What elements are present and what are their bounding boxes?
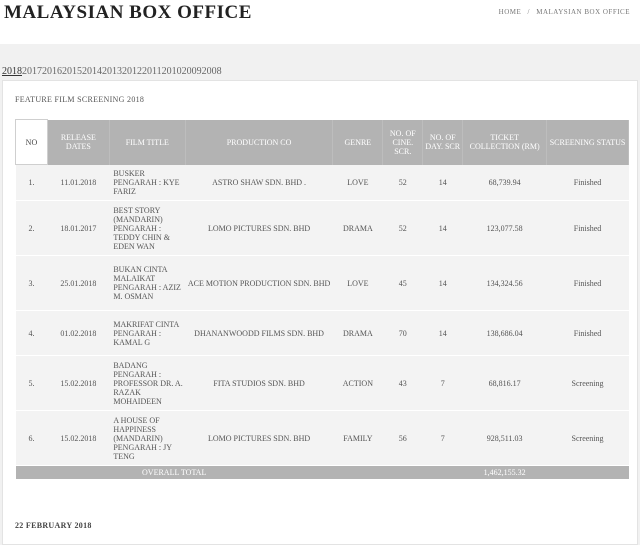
cell-cinema-screens: 56 [382, 410, 423, 466]
cell-screening-status: Screening [546, 410, 629, 466]
breadcrumb-home-link[interactable]: HOME [499, 8, 522, 16]
year-tab-2013[interactable]: 2013 [102, 66, 122, 77]
cell-genre: DRAMA [332, 310, 383, 356]
year-tab-2011[interactable]: 2011 [142, 66, 162, 77]
header-no: NO [15, 119, 48, 165]
cell-release-date: 11.01.2018 [47, 164, 110, 201]
cell-days-screened: 14 [422, 200, 463, 256]
header-ticket-collection: TICKET COLLECTION (RM) [462, 119, 548, 165]
cell-film-title: BEST STORY (MANDARIN) PENGARAH : TEDDY C… [109, 200, 186, 256]
header-cinema-screens: NO. OF CINE. SCR. [382, 119, 424, 165]
cell-no: 5. [15, 355, 48, 411]
box-office-table: NO RELEASE DATES FILM TITLE PRODUCTION C… [15, 119, 629, 480]
year-tab-2008[interactable]: 2008 [202, 66, 222, 77]
cell-release-date: 15.02.2018 [47, 355, 110, 411]
cell-no: 3. [15, 255, 48, 311]
cell-screening-status: Finished [546, 255, 629, 311]
table-row: 1. 11.01.2018 BUSKER PENGARAH : KYE FARI… [15, 164, 629, 201]
table-row: 3. 25.01.2018 BUKAN CINTA MALAIKAT PENGA… [15, 255, 629, 311]
breadcrumb-current: MALAYSIAN BOX OFFICE [536, 8, 630, 16]
cell-days-screened: 14 [422, 164, 463, 201]
footer-date: 22 FEBRUARY 2018 [15, 521, 92, 530]
total-status-spacer [546, 465, 629, 480]
cell-genre: DRAMA [332, 200, 383, 256]
header-screening-status: SCREENING STATUS [546, 119, 629, 165]
cell-genre: LOVE [332, 164, 383, 201]
year-tab-2016[interactable]: 2016 [42, 66, 62, 77]
cell-ticket-collection: 138,686.04 [462, 310, 547, 356]
cell-cinema-screens: 43 [382, 355, 423, 411]
cell-ticket-collection: 928,511.03 [462, 410, 547, 466]
cell-production-co: LOMO PICTURES SDN. BHD [185, 200, 333, 256]
cell-days-screened: 14 [422, 310, 463, 356]
cell-release-date: 18.01.2017 [47, 200, 110, 256]
cell-film-title: MAKRIFAT CINTA PENGARAH : KAMAL G [109, 310, 186, 356]
cell-no: 1. [15, 164, 48, 201]
year-tab-2018[interactable]: 2018 [2, 66, 22, 77]
content-panel: FEATURE FILM SCREENING 2018 NO RELEASE D… [2, 80, 638, 545]
site-title[interactable]: MALAYSIAN BOX OFFICE [4, 2, 252, 24]
table-row: 5. 15.02.2018 BADANG PENGARAH : PROFESSO… [15, 355, 629, 411]
cell-no: 6. [15, 410, 48, 466]
breadcrumb-separator: / [527, 8, 530, 16]
cell-screening-status: Finished [546, 164, 629, 201]
cell-film-title: A HOUSE OF HAPPINESS (MANDARIN) PENGARAH… [109, 410, 186, 466]
cell-film-title: BUKAN CINTA MALAIKAT PENGARAH : AZIZ M. … [109, 255, 186, 311]
table-header-row: NO RELEASE DATES FILM TITLE PRODUCTION C… [15, 119, 629, 165]
total-value: 1,462,155.32 [462, 465, 547, 480]
cell-screening-status: Finished [546, 310, 629, 356]
year-tab-2010[interactable]: 2010 [162, 66, 182, 77]
cell-film-title: BADANG PENGARAH : PROFESSOR DR. A. RAZAK… [109, 355, 186, 411]
cell-screening-status: Screening [546, 355, 629, 411]
cell-no: 2. [15, 200, 48, 256]
cell-production-co: FITA STUDIOS SDN. BHD [185, 355, 333, 411]
table-row: 4. 01.02.2018 MAKRIFAT CINTA PENGARAH : … [15, 310, 629, 356]
cell-ticket-collection: 68,816.17 [462, 355, 547, 411]
header-genre: GENRE [332, 119, 384, 165]
total-spacer [332, 465, 463, 480]
cell-ticket-collection: 123,077.58 [462, 200, 547, 256]
header-film-title: FILM TITLE [109, 119, 186, 165]
header-bar: MALAYSIAN BOX OFFICE HOME / MALAYSIAN BO… [0, 0, 640, 44]
cell-ticket-collection: 68,739.94 [462, 164, 547, 201]
header-production-co: PRODUCTION CO [185, 119, 334, 165]
cell-genre: ACTION [332, 355, 383, 411]
section-title: FEATURE FILM SCREENING 2018 [15, 95, 145, 104]
cell-production-co: LOMO PICTURES SDN. BHD [185, 410, 333, 466]
cell-cinema-screens: 52 [382, 200, 423, 256]
cell-screening-status: Finished [546, 200, 629, 256]
year-tabs: 2018201720162015201420132012201120102009… [2, 66, 222, 77]
cell-release-date: 01.02.2018 [47, 310, 110, 356]
cell-film-title: BUSKER PENGARAH : KYE FARIZ [109, 164, 186, 201]
cell-days-screened: 14 [422, 255, 463, 311]
cell-production-co: DHANANWOODD FILMS SDN. BHD [185, 310, 333, 356]
cell-no: 4. [15, 310, 48, 356]
year-tab-2012[interactable]: 2012 [122, 66, 142, 77]
total-label: OVERALL TOTAL [15, 465, 333, 480]
table-row: 6. 15.02.2018 A HOUSE OF HAPPINESS (MAND… [15, 410, 629, 466]
cell-days-screened: 7 [422, 410, 463, 466]
year-tab-2017[interactable]: 2017 [22, 66, 42, 77]
year-tab-2014[interactable]: 2014 [82, 66, 102, 77]
year-tab-2015[interactable]: 2015 [62, 66, 82, 77]
year-tab-2009[interactable]: 2009 [182, 66, 202, 77]
breadcrumb: HOME / MALAYSIAN BOX OFFICE [497, 8, 632, 16]
cell-release-date: 15.02.2018 [47, 410, 110, 466]
header-release-dates: RELEASE DATES [47, 119, 110, 165]
cell-genre: LOVE [332, 255, 383, 311]
cell-release-date: 25.01.2018 [47, 255, 110, 311]
cell-production-co: ASTRO SHAW SDN. BHD . [185, 164, 333, 201]
cell-days-screened: 7 [422, 355, 463, 411]
header-days-screened: NO. OF DAY. SCR [422, 119, 464, 165]
cell-ticket-collection: 134,324.56 [462, 255, 547, 311]
cell-cinema-screens: 70 [382, 310, 423, 356]
cell-production-co: ACE MOTION PRODUCTION SDN. BHD [185, 255, 333, 311]
total-row: OVERALL TOTAL 1,462,155.32 [15, 465, 629, 480]
cell-cinema-screens: 52 [382, 164, 423, 201]
cell-genre: FAMILY [332, 410, 383, 466]
table-row: 2. 18.01.2017 BEST STORY (MANDARIN) PENG… [15, 200, 629, 256]
cell-cinema-screens: 45 [382, 255, 423, 311]
